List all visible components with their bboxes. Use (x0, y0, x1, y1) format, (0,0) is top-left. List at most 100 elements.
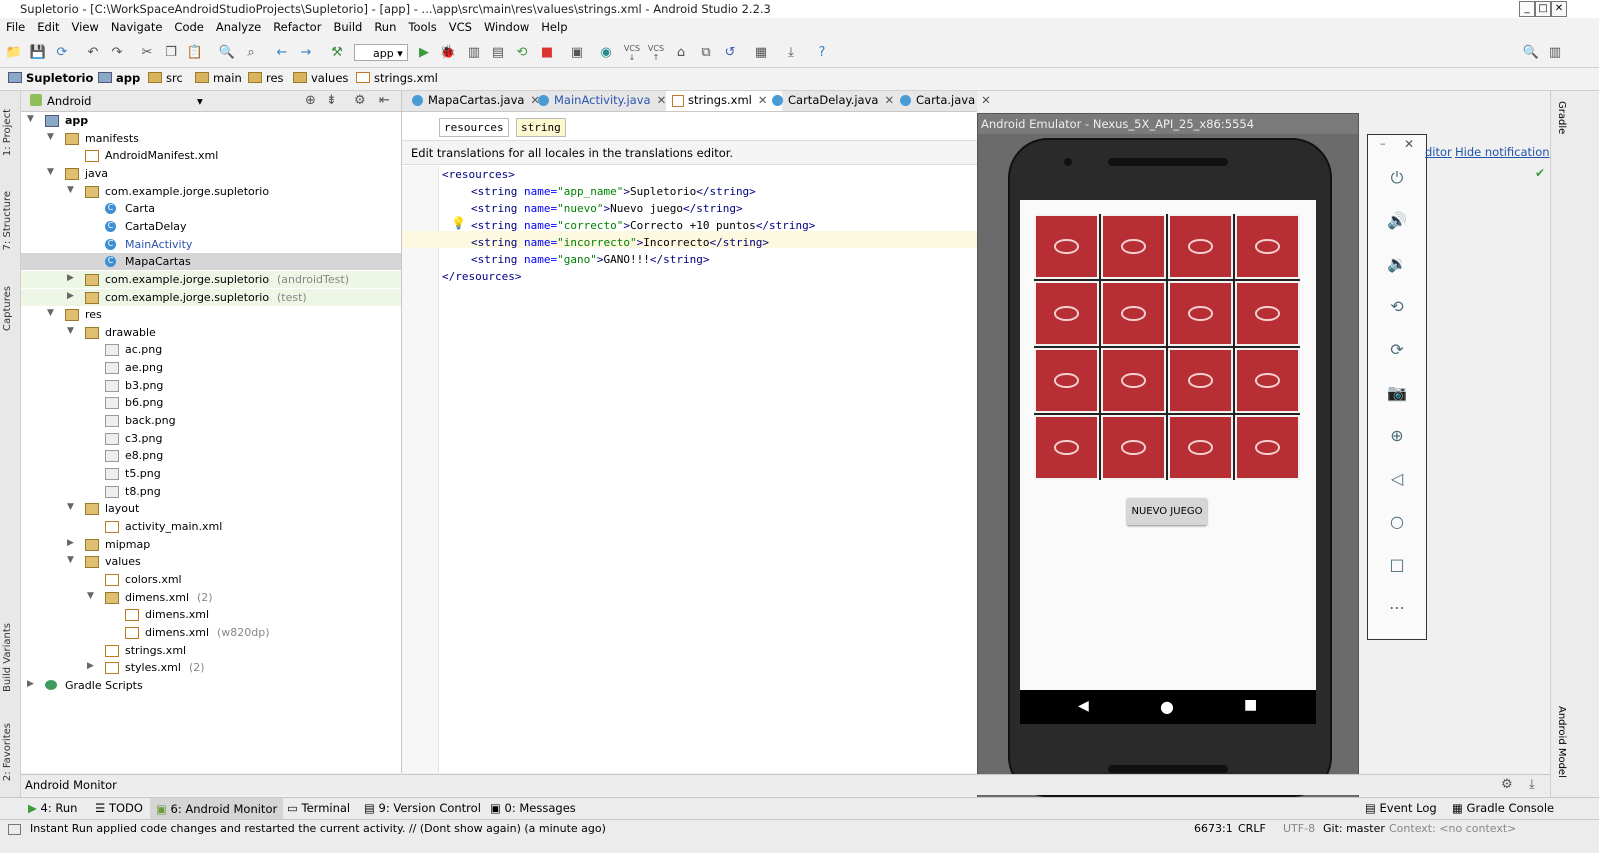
card-back[interactable] (1168, 415, 1233, 480)
nav-back-icon[interactable]: ◀ (1078, 698, 1089, 714)
breadcrumb-file[interactable]: strings.xml (356, 71, 438, 85)
menu-navigate[interactable]: Navigate (105, 18, 169, 34)
chevron-down-icon[interactable]: ▼ (67, 326, 74, 336)
tree-item[interactable]: b3.png (21, 377, 401, 394)
phone-screen[interactable]: NUEVO JUEGO (1020, 200, 1316, 690)
menu-analyze[interactable]: Analyze (210, 18, 267, 34)
find-icon[interactable]: 🔍 (218, 44, 236, 62)
hide-notification-link[interactable]: Hide notification (1455, 145, 1550, 159)
breadcrumb-app[interactable]: app (98, 71, 140, 85)
tree-item[interactable]: C CartaDelay (21, 218, 401, 235)
card-back[interactable] (1034, 214, 1099, 279)
menu-refactor[interactable]: Refactor (267, 18, 327, 34)
tree-item[interactable]: ac.png (21, 341, 401, 358)
forward-icon[interactable]: → (297, 44, 315, 62)
project-structure-icon[interactable]: ▦ (752, 44, 770, 62)
paste-icon[interactable]: 📋 (186, 44, 204, 62)
chevron-down-icon[interactable]: ▼ (87, 591, 94, 601)
close-tab-icon[interactable]: ✕ (981, 93, 991, 107)
run-tool-tab[interactable]: ▶ 4: Run (28, 801, 77, 815)
chevron-down-icon[interactable]: ▼ (67, 555, 74, 565)
menu-run[interactable]: Run (368, 18, 402, 34)
tree-item[interactable]: ▶ com.example.jorge.supletorio (test) (21, 288, 401, 306)
gradle-sync-icon[interactable]: ◉ (597, 44, 615, 62)
menu-vcs[interactable]: VCS (443, 18, 478, 34)
sync-icon[interactable]: ⟳ (53, 44, 71, 62)
breadcrumb-project[interactable]: Supletorio (8, 71, 93, 85)
search-everywhere-icon[interactable]: 🔍 (1522, 44, 1540, 62)
card-back[interactable] (1235, 348, 1300, 413)
tag-crumb-resources[interactable]: resources (439, 118, 509, 137)
copy-icon[interactable]: ❐ (162, 44, 180, 62)
coverage-icon[interactable]: ▥ (465, 44, 483, 62)
code-line[interactable]: <string name="nuevo">Nuevo juego</string… (471, 200, 743, 217)
open-editor-link[interactable]: ditor (1425, 145, 1452, 159)
build-variants-tool-tab[interactable]: Build Variants (2, 623, 13, 692)
power-icon[interactable]: ⏻ (1385, 166, 1409, 190)
close-window-button[interactable]: ✕ (1551, 1, 1567, 17)
tree-item[interactable]: ▶ com.example.jorge.supletorio (androidTes… (21, 270, 401, 288)
run-icon[interactable]: ▶ (415, 44, 433, 62)
compare-icon[interactable]: ⧉ (697, 44, 715, 62)
nuevo-juego-button[interactable]: NUEVO JUEGO (1127, 498, 1207, 525)
avd-manager-icon[interactable]: ▣ (568, 44, 586, 62)
emulator-minimize-icon[interactable]: – (1380, 137, 1386, 150)
line-separator[interactable]: CRLF (1238, 820, 1266, 838)
maximize-button[interactable]: □ (1535, 1, 1551, 17)
gradle-tool-tab[interactable]: Gradle (1556, 101, 1567, 134)
back-icon[interactable]: ◁ (1385, 467, 1409, 491)
android-monitor-tool-tab[interactable]: ▣ 6: Android Monitor (150, 798, 284, 820)
messages-tool-tab[interactable]: ▣ 0: Messages (490, 801, 576, 815)
cut-icon[interactable]: ✂ (138, 44, 156, 62)
chevron-down-icon[interactable]: ▼ (47, 167, 54, 177)
card-back[interactable] (1168, 281, 1233, 346)
hide-panel-icon[interactable]: ⇤ (379, 93, 390, 108)
menu-code[interactable]: Code (168, 18, 209, 34)
tree-item[interactable]: ▼ res (21, 306, 401, 323)
zoom-icon[interactable]: ⊕ (1385, 424, 1409, 448)
chevron-down-icon[interactable]: ▼ (27, 114, 34, 124)
tree-item[interactable]: back.png (21, 412, 401, 429)
save-icon[interactable]: 💾 (29, 44, 47, 62)
breadcrumb-main[interactable]: main (195, 71, 242, 85)
emulator-close-icon[interactable]: ✕ (1404, 137, 1414, 151)
chevron-down-icon[interactable]: ▼ (47, 308, 54, 318)
tree-item[interactable]: ▼ manifests (21, 130, 401, 147)
card-back[interactable] (1034, 348, 1099, 413)
tree-item[interactable]: b6.png (21, 394, 401, 411)
tree-item[interactable]: c3.png (21, 430, 401, 447)
tab-mapacartas[interactable]: MapaCartas.java ✕ (406, 91, 548, 111)
menu-tools[interactable]: Tools (402, 18, 442, 34)
chevron-down-icon[interactable]: ▼ (67, 185, 74, 195)
code-line[interactable]: <string name="app_name">Supletorio</stri… (471, 183, 756, 200)
tree-item[interactable]: ▶ Gradle Scripts (21, 677, 401, 694)
revert-icon[interactable]: ↺ (721, 44, 739, 62)
android-model-tool-tab[interactable]: Android Model (1556, 706, 1567, 778)
project-tool-tab[interactable]: 1: Project (2, 109, 13, 156)
tree-item[interactable]: t5.png (21, 465, 401, 482)
hide-panel-icon[interactable]: ⤓ (1529, 775, 1535, 795)
replace-icon[interactable]: ⌕ (242, 44, 260, 62)
vcs-commit-icon[interactable]: VCS ↑ (647, 44, 665, 62)
card-back[interactable] (1235, 415, 1300, 480)
run-config-select[interactable]: app ▾ (354, 44, 408, 61)
redo-icon[interactable]: ↷ (108, 44, 126, 62)
menu-edit[interactable]: Edit (31, 18, 65, 34)
card-back[interactable] (1168, 214, 1233, 279)
lightbulb-icon[interactable]: 💡 (451, 216, 466, 230)
tree-item[interactable]: dimens.xml (21, 606, 401, 623)
rotate-left-icon[interactable]: ⟲ (1385, 295, 1409, 319)
chevron-right-icon[interactable]: ▶ (67, 538, 74, 548)
project-view-select[interactable]: Android ▾ (47, 94, 207, 108)
code-line[interactable]: <string name="correcto">Correcto +10 pun… (471, 217, 815, 234)
tree-item[interactable]: ▶ mipmap (21, 536, 401, 553)
breadcrumb-res[interactable]: res (248, 71, 284, 85)
volume-down-icon[interactable]: 🔉 (1385, 252, 1409, 276)
close-tab-icon[interactable]: ✕ (657, 93, 667, 107)
card-back[interactable] (1235, 214, 1300, 279)
tree-item[interactable]: colors.xml (21, 571, 401, 588)
make-project-icon[interactable]: ⚒ (328, 44, 346, 62)
toggle-tool-windows-icon[interactable] (8, 824, 21, 835)
stop-icon[interactable]: ■ (538, 44, 556, 62)
chevron-right-icon[interactable]: ▶ (67, 291, 74, 301)
